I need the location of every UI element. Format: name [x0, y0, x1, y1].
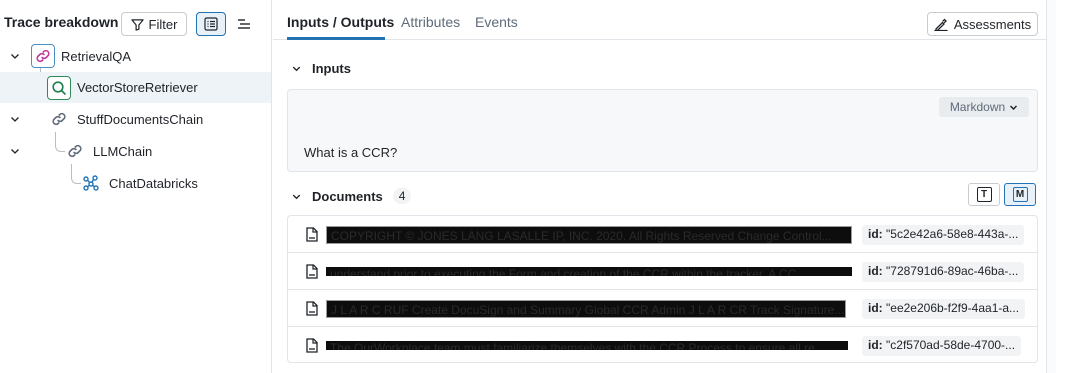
- filter-icon: [130, 18, 144, 31]
- text-format-icon: T: [976, 187, 992, 202]
- inputs-section-header[interactable]: Inputs: [291, 61, 351, 76]
- chevron-down-icon[interactable]: [9, 113, 21, 125]
- inputs-card: Markdown What is a CCR?: [287, 89, 1038, 172]
- filter-label: Filter: [148, 16, 178, 32]
- chevron-down-icon[interactable]: [9, 50, 21, 62]
- chevron-down-icon: [292, 66, 301, 72]
- chevron-down-icon: [292, 194, 301, 199]
- tree-view-toggle[interactable]: [196, 12, 226, 36]
- text-format-button[interactable]: T: [968, 183, 1000, 206]
- document-id-label: id:: [868, 301, 883, 315]
- documents-list: COPYRIGHT © JONES LANG LASALLE IP, INC. …: [287, 215, 1038, 363]
- tree-node-label: ChatDatabricks: [109, 176, 198, 191]
- document-id: id: "728791d6-89ac-46ba-...: [862, 262, 1025, 282]
- tree-node-label: LLMChain: [93, 144, 153, 159]
- format-select[interactable]: Markdown: [939, 97, 1029, 117]
- assessments-label: Assessments: [953, 16, 1032, 32]
- timeline-icon: [238, 19, 250, 29]
- tree-node-stuffdocumentschain[interactable]: StuffDocumentsChain: [0, 104, 271, 135]
- document-snippet: J L A R C RUF Create DocuSign and Summar…: [326, 300, 846, 318]
- documents-count-badge: 4: [392, 188, 412, 204]
- list-view-icon: [204, 17, 218, 31]
- vertical-scrollbar[interactable]: [1046, 0, 1056, 373]
- detail-panel: Inputs / Outputs Attributes Events Asses…: [273, 0, 1056, 373]
- format-select-value: Markdown: [949, 100, 1006, 114]
- markdown-format-button[interactable]: M: [1004, 183, 1036, 206]
- document-snippet: understand prior to executing the Form a…: [326, 267, 852, 276]
- timeline-view-toggle[interactable]: [229, 12, 259, 36]
- markdown-format-icon: M: [1012, 187, 1028, 202]
- document-id-label: id:: [868, 338, 883, 352]
- tab-events[interactable]: Events: [475, 14, 518, 30]
- document-icon: [306, 227, 318, 242]
- active-tab-indicator: [287, 37, 385, 40]
- detail-tabs: Inputs / Outputs Attributes Events Asses…: [273, 0, 1056, 40]
- chevron-down-icon[interactable]: [9, 145, 21, 157]
- tree-node-vectorstoreretriever[interactable]: VectorStoreRetriever: [0, 72, 271, 103]
- assessments-button[interactable]: Assessments: [927, 12, 1038, 36]
- tree-node-llmchain[interactable]: LLMChain: [0, 136, 271, 167]
- search-icon: [47, 76, 71, 100]
- chevron-down-icon: [1010, 104, 1018, 110]
- tab-attributes[interactable]: Attributes: [401, 14, 460, 30]
- tab-inputs-outputs[interactable]: Inputs / Outputs: [287, 14, 394, 30]
- document-row[interactable]: J L A R C RUF Create DocuSign and Summar…: [288, 290, 1037, 327]
- tree-node-label: RetrievalQA: [61, 49, 132, 64]
- tree-node-label: VectorStoreRetriever: [77, 80, 198, 95]
- document-row[interactable]: understand prior to executing the Form a…: [288, 253, 1037, 290]
- documents-section-header[interactable]: Documents 4: [291, 188, 412, 204]
- document-id-value: "c2f570ad-58de-4700-...: [886, 338, 1016, 352]
- document-row[interactable]: COPYRIGHT © JONES LANG LASALLE IP, INC. …: [288, 216, 1037, 253]
- document-id-label: id:: [868, 264, 883, 278]
- trace-breakdown-title: Trace breakdown: [4, 14, 119, 30]
- document-id: id: "ee2e206b-f2f9-4aa1-a...: [862, 299, 1026, 319]
- documents-title: Documents: [312, 188, 383, 204]
- document-id: id: "c2f570ad-58de-4700-...: [862, 336, 1022, 356]
- inputs-title: Inputs: [312, 61, 351, 76]
- document-id-label: id:: [868, 227, 883, 241]
- tree-node-retrievalqa[interactable]: RetrievalQA: [0, 41, 271, 72]
- tree-node-label: StuffDocumentsChain: [77, 112, 204, 127]
- inputs-text: What is a CCR?: [304, 145, 398, 160]
- document-snippet: COPYRIGHT © JONES LANG LASALLE IP, INC. …: [326, 226, 852, 244]
- document-id-value: "ee2e206b-f2f9-4aa1-a...: [886, 301, 1020, 315]
- document-snippet: The OurWorkplace team must familiarize t…: [326, 341, 848, 350]
- link-icon: [63, 139, 87, 163]
- document-icon: [306, 264, 318, 279]
- document-icon: [306, 338, 318, 353]
- trace-breakdown-panel: Trace breakdown Filter RetrievalQA Vecto…: [0, 0, 272, 373]
- document-icon: [306, 301, 318, 316]
- link-icon: [47, 107, 71, 131]
- document-id-value: "728791d6-89ac-46ba-...: [886, 264, 1019, 278]
- document-id: id: "5c2e42a6-58e8-443a-...: [862, 225, 1025, 245]
- tree-node-chatdatabricks[interactable]: ChatDatabricks: [0, 168, 271, 199]
- assessment-icon: [934, 18, 948, 31]
- filter-button[interactable]: Filter: [121, 12, 187, 36]
- document-id-value: "5c2e42a6-58e8-443a-...: [886, 227, 1019, 241]
- link-icon: [31, 44, 55, 68]
- document-row[interactable]: The OurWorkplace team must familiarize t…: [288, 327, 1037, 364]
- model-icon: [79, 171, 103, 195]
